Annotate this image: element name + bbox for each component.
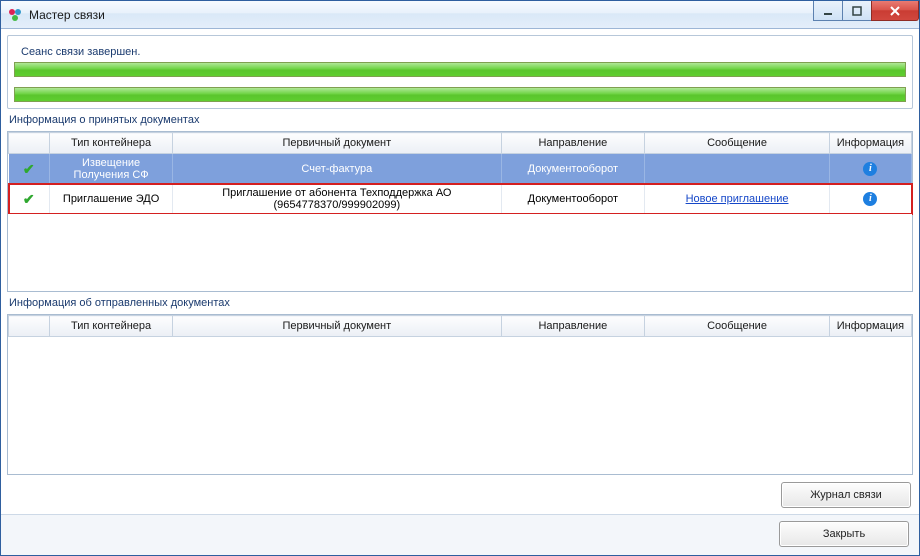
direction-cell: Документооборот xyxy=(501,184,645,214)
col-header-direction[interactable]: Направление xyxy=(501,133,645,154)
col-header-message[interactable]: Сообщение xyxy=(645,316,830,337)
col-header-status[interactable] xyxy=(9,133,50,154)
journal-button[interactable]: Журнал связи xyxy=(781,482,911,508)
maximize-button[interactable] xyxy=(842,1,872,21)
col-header-message[interactable]: Сообщение xyxy=(645,133,830,154)
window-root: Мастер связи Сеанс связи завершен. Инфор… xyxy=(0,0,920,556)
message-cell: Новое приглашение xyxy=(645,184,830,214)
info-cell: i xyxy=(829,184,911,214)
status-cell: ✔ xyxy=(9,154,50,185)
progress-bar-1 xyxy=(14,62,906,77)
info-cell: i xyxy=(829,154,911,185)
message-link[interactable]: Новое приглашение xyxy=(686,193,789,205)
type-cell: Приглашение ЭДО xyxy=(50,184,173,214)
app-icon xyxy=(7,7,23,23)
check-icon: ✔ xyxy=(23,161,35,177)
col-header-direction[interactable]: Направление xyxy=(501,316,645,337)
primary-cell: Счет-фактура xyxy=(173,154,501,185)
received-header-row: Тип контейнера Первичный документ Направ… xyxy=(9,133,912,154)
progress-bar-2 xyxy=(14,87,906,102)
sent-section-label: Информация об отправленных документах xyxy=(9,297,913,309)
received-section-label: Информация о принятых документах xyxy=(9,114,913,126)
received-grid[interactable]: Тип контейнера Первичный документ Направ… xyxy=(7,131,913,292)
footer: Закрыть xyxy=(1,514,919,555)
type-cell: Извещение Получения СФ xyxy=(50,154,173,185)
check-icon: ✔ xyxy=(23,191,35,207)
col-header-info[interactable]: Информация xyxy=(829,316,911,337)
col-header-info[interactable]: Информация xyxy=(829,133,911,154)
close-dialog-button[interactable]: Закрыть xyxy=(779,521,909,547)
session-status-group: Сеанс связи завершен. xyxy=(7,35,913,109)
status-cell: ✔ xyxy=(9,184,50,214)
message-cell xyxy=(645,154,830,185)
col-header-type[interactable]: Тип контейнера xyxy=(50,133,173,154)
titlebar[interactable]: Мастер связи xyxy=(1,1,919,29)
col-header-status[interactable] xyxy=(9,316,50,337)
primary-cell: Приглашение от абонента Техподдержка АО … xyxy=(173,184,501,214)
sent-grid[interactable]: Тип контейнера Первичный документ Направ… xyxy=(7,314,913,475)
session-status-text: Сеанс связи завершен. xyxy=(18,46,143,58)
col-header-primary[interactable]: Первичный документ xyxy=(173,133,501,154)
inner-button-row: Журнал связи xyxy=(7,478,913,508)
col-header-type[interactable]: Тип контейнера xyxy=(50,316,173,337)
client-area: Сеанс связи завершен. Информация о приня… xyxy=(1,29,919,514)
info-icon[interactable]: i xyxy=(863,192,877,206)
direction-cell: Документооборот xyxy=(501,154,645,185)
window-title: Мастер связи xyxy=(29,8,105,22)
window-controls xyxy=(814,1,919,21)
info-icon[interactable]: i xyxy=(863,162,877,176)
minimize-button[interactable] xyxy=(813,1,843,21)
sent-header-row: Тип контейнера Первичный документ Направ… xyxy=(9,316,912,337)
table-row[interactable]: ✔ Приглашение ЭДОПриглашение от абонента … xyxy=(9,184,912,214)
close-button[interactable] xyxy=(871,1,919,21)
col-header-primary[interactable]: Первичный документ xyxy=(173,316,501,337)
table-row[interactable]: ✔ Извещение Получения СФСчет-фактураДокум… xyxy=(9,154,912,185)
